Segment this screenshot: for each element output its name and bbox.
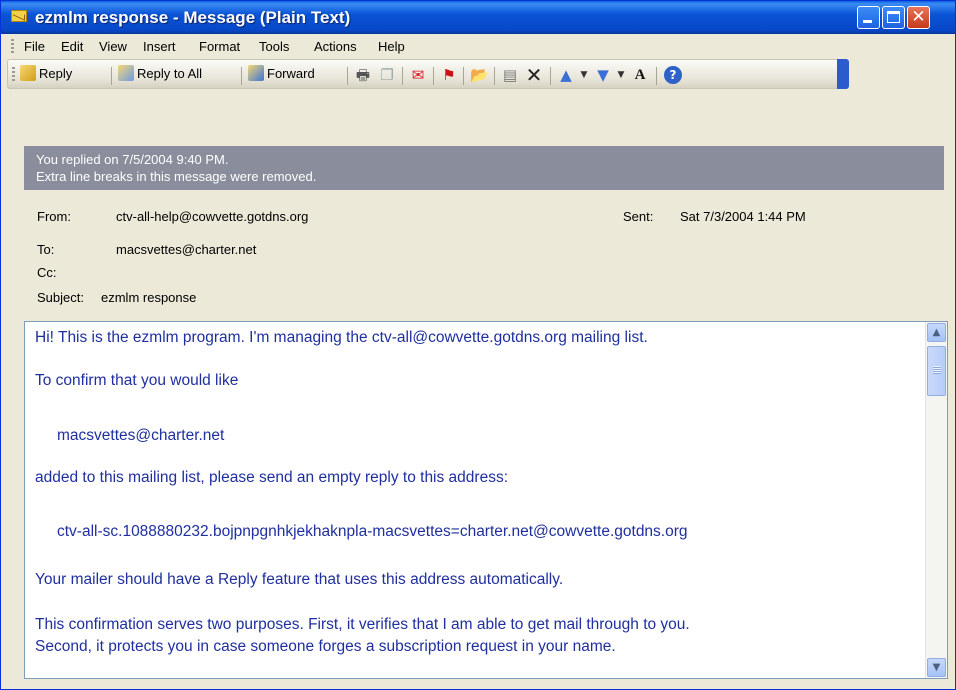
menu-actions[interactable]: Actions <box>314 39 357 54</box>
forward-icon <box>248 65 264 81</box>
close-icon: ✕ <box>911 7 926 27</box>
body-line: To confirm that you would like <box>35 372 239 389</box>
previous-item-icon[interactable]: ▲ <box>557 66 575 84</box>
next-dropdown-icon[interactable]: ▼ <box>612 66 630 84</box>
menu-insert[interactable]: Insert <box>143 39 176 54</box>
reply-all-button[interactable]: Reply to All <box>118 65 202 81</box>
line-breaks-notice: Extra line breaks in this message were r… <box>36 169 317 184</box>
reply-all-icon <box>118 65 134 81</box>
standard-toolbar: Reply Reply to All Forward 🖶 ❐ ✉ ⚑ 📂 ▤ ✕… <box>7 59 849 89</box>
window-title: ezmlm response - Message (Plain Text) <box>35 8 351 27</box>
chevron-down-icon: ▼ <box>932 662 941 673</box>
from-label: From: <box>37 209 71 224</box>
move-to-folder-icon[interactable]: 📂 <box>470 66 489 84</box>
envelope-icon <box>11 10 27 22</box>
follow-up-flag-icon[interactable]: ⚑ <box>440 66 458 84</box>
close-button[interactable]: ✕ <box>907 6 930 29</box>
menu-view[interactable]: View <box>99 39 127 54</box>
reply-all-label: Reply to All <box>137 65 203 81</box>
minimize-button[interactable] <box>857 6 880 29</box>
reply-label: Reply <box>39 65 73 81</box>
categories-icon[interactable]: ▤ <box>501 66 519 84</box>
toolbar-options-chevron-icon[interactable] <box>837 59 849 89</box>
forward-label: Forward <box>267 65 315 81</box>
reply-button[interactable]: Reply <box>20 65 72 81</box>
menu-file[interactable]: File <box>24 39 45 54</box>
replied-notice: You replied on 7/5/2004 9:40 PM. <box>36 152 229 167</box>
menu-tools[interactable]: Tools <box>259 39 289 54</box>
subject-label: Subject: <box>37 290 84 305</box>
menu-grip[interactable] <box>11 39 14 53</box>
menu-edit[interactable]: Edit <box>61 39 83 54</box>
message-window: ezmlm response - Message (Plain Text) ✕ … <box>0 0 956 690</box>
title-bar[interactable]: ezmlm response - Message (Plain Text) ✕ <box>1 1 955 34</box>
vertical-scrollbar[interactable]: ▲ ▼ <box>925 322 947 678</box>
toolbar-grip[interactable] <box>12 67 15 81</box>
toolbar-separator <box>347 67 348 85</box>
scroll-down-button[interactable]: ▼ <box>927 658 946 677</box>
sent-label: Sent: <box>623 209 654 224</box>
minimize-icon <box>863 20 872 23</box>
sent-value: Sat 7/3/2004 1:44 PM <box>680 209 806 224</box>
copy-icon[interactable]: ❐ <box>378 66 396 84</box>
forward-button[interactable]: Forward <box>248 65 315 81</box>
body-line: This confirmation serves two purposes. F… <box>35 616 690 633</box>
print-icon[interactable]: 🖶 <box>354 66 372 84</box>
menu-help[interactable]: Help <box>378 39 405 54</box>
chevron-up-icon: ▲ <box>932 327 941 338</box>
body-line: ctv-all-sc.1088880232.bojpnpgnhkjekhaknp… <box>57 523 688 540</box>
scroll-thumb[interactable] <box>927 346 946 396</box>
toolbar-separator <box>433 67 434 85</box>
toolbar-separator <box>241 67 242 85</box>
body-line: macsvettes@charter.net <box>57 427 225 444</box>
body-line: added to this mailing list, please send … <box>35 469 509 486</box>
menu-format[interactable]: Format <box>199 39 240 54</box>
delete-icon[interactable]: ✕ <box>525 65 543 85</box>
menu-bar: File Edit View Insert Format Tools Actio… <box>1 34 955 58</box>
increase-font-icon[interactable]: A <box>631 66 649 84</box>
next-item-icon[interactable]: ▼ <box>594 66 612 84</box>
toolbar-separator <box>463 67 464 85</box>
scroll-up-button[interactable]: ▲ <box>927 323 946 342</box>
cc-label: Cc: <box>37 265 57 280</box>
toolbar-separator <box>494 67 495 85</box>
toolbar-separator <box>656 67 657 85</box>
body-line: Your mailer should have a Reply feature … <box>35 571 564 588</box>
previous-dropdown-icon[interactable]: ▼ <box>575 66 593 84</box>
toolbar-separator <box>402 67 403 85</box>
to-label: To: <box>37 242 55 257</box>
reply-icon <box>20 65 36 81</box>
maximize-button[interactable] <box>882 6 905 29</box>
message-body[interactable]: Hi! This is the ezmlm program. I'm manag… <box>24 321 948 679</box>
mark-unread-icon[interactable]: ✉ <box>409 66 427 84</box>
subject-value: ezmlm response <box>101 290 197 305</box>
help-icon[interactable]: ? <box>664 66 682 84</box>
body-line: Second, it protects you in case someone … <box>35 638 616 655</box>
from-value[interactable]: ctv-all-help@cowvette.gotdns.org <box>116 209 308 224</box>
toolbar-separator <box>111 67 112 85</box>
info-bar[interactable]: You replied on 7/5/2004 9:40 PM. Extra l… <box>24 146 944 190</box>
maximize-icon <box>887 11 900 23</box>
body-line: Hi! This is the ezmlm program. I'm manag… <box>35 329 648 346</box>
to-value[interactable]: macsvettes@charter.net <box>116 242 256 257</box>
toolbar-separator <box>550 67 551 85</box>
